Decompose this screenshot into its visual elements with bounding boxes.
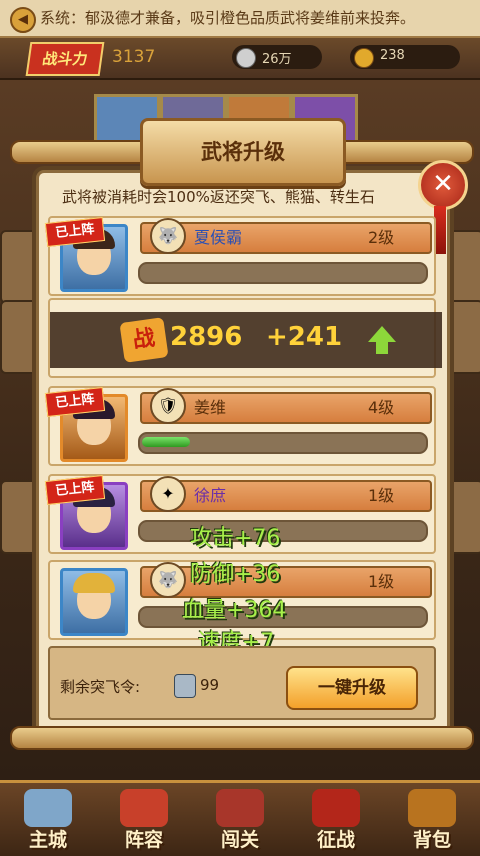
side-card-right-2	[446, 300, 480, 374]
castle-icon	[24, 789, 72, 827]
nav-label: 闯关	[220, 829, 259, 851]
up-arrow-stem	[376, 342, 388, 354]
hero-level: 1级	[368, 486, 395, 505]
system-message-text: 系统：郁汲德才兼备，吸引橙色品质武将姜维前来投奔。	[40, 9, 416, 27]
nav-label: 背包	[412, 829, 451, 851]
nav-bag[interactable]: 背包	[384, 783, 480, 856]
hero-level: 1级	[368, 572, 395, 591]
hero-name: 姜维	[194, 398, 227, 417]
nav-label: 阵容	[124, 829, 163, 851]
warrior-icon	[120, 789, 168, 827]
dialog-bottom-scroll	[10, 726, 474, 750]
combat-power-value: 3137	[112, 47, 156, 67]
close-button[interactable]: ✕	[418, 160, 468, 210]
bottom-nav: 主城 阵容 闯关 征战 背包	[0, 780, 480, 856]
combat-power-icon: 战	[119, 317, 169, 363]
dialog-footer: 剩余突飞令: 99 一键升级	[48, 646, 436, 720]
breakthrough-token-icon	[174, 674, 196, 698]
power-popup-delta: +241	[266, 322, 343, 352]
side-card-right-1	[446, 230, 480, 304]
side-card-left-3	[0, 480, 38, 554]
nav-lineup[interactable]: 阵容	[96, 783, 192, 856]
hero-level: 2级	[368, 228, 395, 247]
hero-row[interactable]: 已上阵 🛡 姜维 4级	[44, 386, 436, 466]
silver-coin-icon	[236, 48, 256, 68]
silver-value: 26万	[262, 52, 292, 67]
remaining-token-label: 剩余突飞令:	[60, 678, 141, 696]
stat-gain-hp: 血量+364	[182, 598, 287, 623]
dialog-title-plaque: 武将升级	[140, 118, 346, 186]
system-message-bar: ◀ 系统：郁汲德才兼备，吸引橙色品质武将姜维前来投奔。	[0, 0, 480, 38]
speaker-icon: ◀	[10, 7, 36, 33]
knight-icon: 🛡	[150, 388, 186, 424]
xp-bar	[138, 520, 428, 542]
resource-bar: 战斗力 3137 26万 238	[0, 38, 480, 80]
crossed-swords-icon	[312, 789, 360, 827]
power-popup-value: 2896	[170, 322, 243, 352]
nav-campaign[interactable]: 征战	[288, 783, 384, 856]
feather-icon: ✦	[150, 476, 186, 512]
dialog-notice: 武将被消耗时会100%返还突飞、熊猫、转生石	[62, 188, 375, 206]
hero-level: 4级	[368, 398, 395, 417]
stat-gain-defense: 防御+36	[190, 562, 281, 587]
xp-fill	[142, 437, 190, 447]
silver-counter[interactable]: 26万	[232, 45, 322, 69]
remaining-token-count: 99	[200, 676, 220, 694]
nav-main-city[interactable]: 主城	[0, 783, 96, 856]
nav-label: 征战	[316, 829, 355, 851]
gold-ingot-icon	[354, 48, 374, 68]
hero-name: 徐庶	[194, 486, 227, 505]
side-card-left-2	[0, 300, 38, 374]
hero-name: 夏侯霸	[194, 228, 243, 247]
xp-bar	[138, 432, 428, 454]
gold-counter[interactable]: 238	[350, 45, 460, 69]
xp-bar	[138, 262, 428, 284]
bag-icon	[408, 789, 456, 827]
power-change-popup: 战 2896 +241	[50, 312, 442, 368]
side-card-right-3	[446, 480, 480, 554]
dialog-title: 武将升级	[201, 140, 285, 164]
nav-stages[interactable]: 闯关	[192, 783, 288, 856]
hero-row[interactable]: 已上阵 🐺 夏侯霸 2级	[44, 216, 436, 296]
wolf-icon: 🐺	[150, 562, 186, 598]
side-card-left-1	[0, 230, 38, 304]
banner-icon	[216, 789, 264, 827]
gold-value: 238	[380, 48, 405, 63]
wolf-icon: 🐺	[150, 218, 186, 254]
hero-portrait	[60, 568, 128, 636]
stat-gain-attack: 攻击+76	[190, 526, 281, 551]
up-arrow-icon	[368, 326, 396, 342]
one-click-upgrade-button[interactable]: 一键升级	[286, 666, 418, 710]
hero-hair	[73, 573, 115, 593]
nav-label: 主城	[28, 829, 67, 851]
combat-power-label: 战斗力	[25, 42, 105, 76]
